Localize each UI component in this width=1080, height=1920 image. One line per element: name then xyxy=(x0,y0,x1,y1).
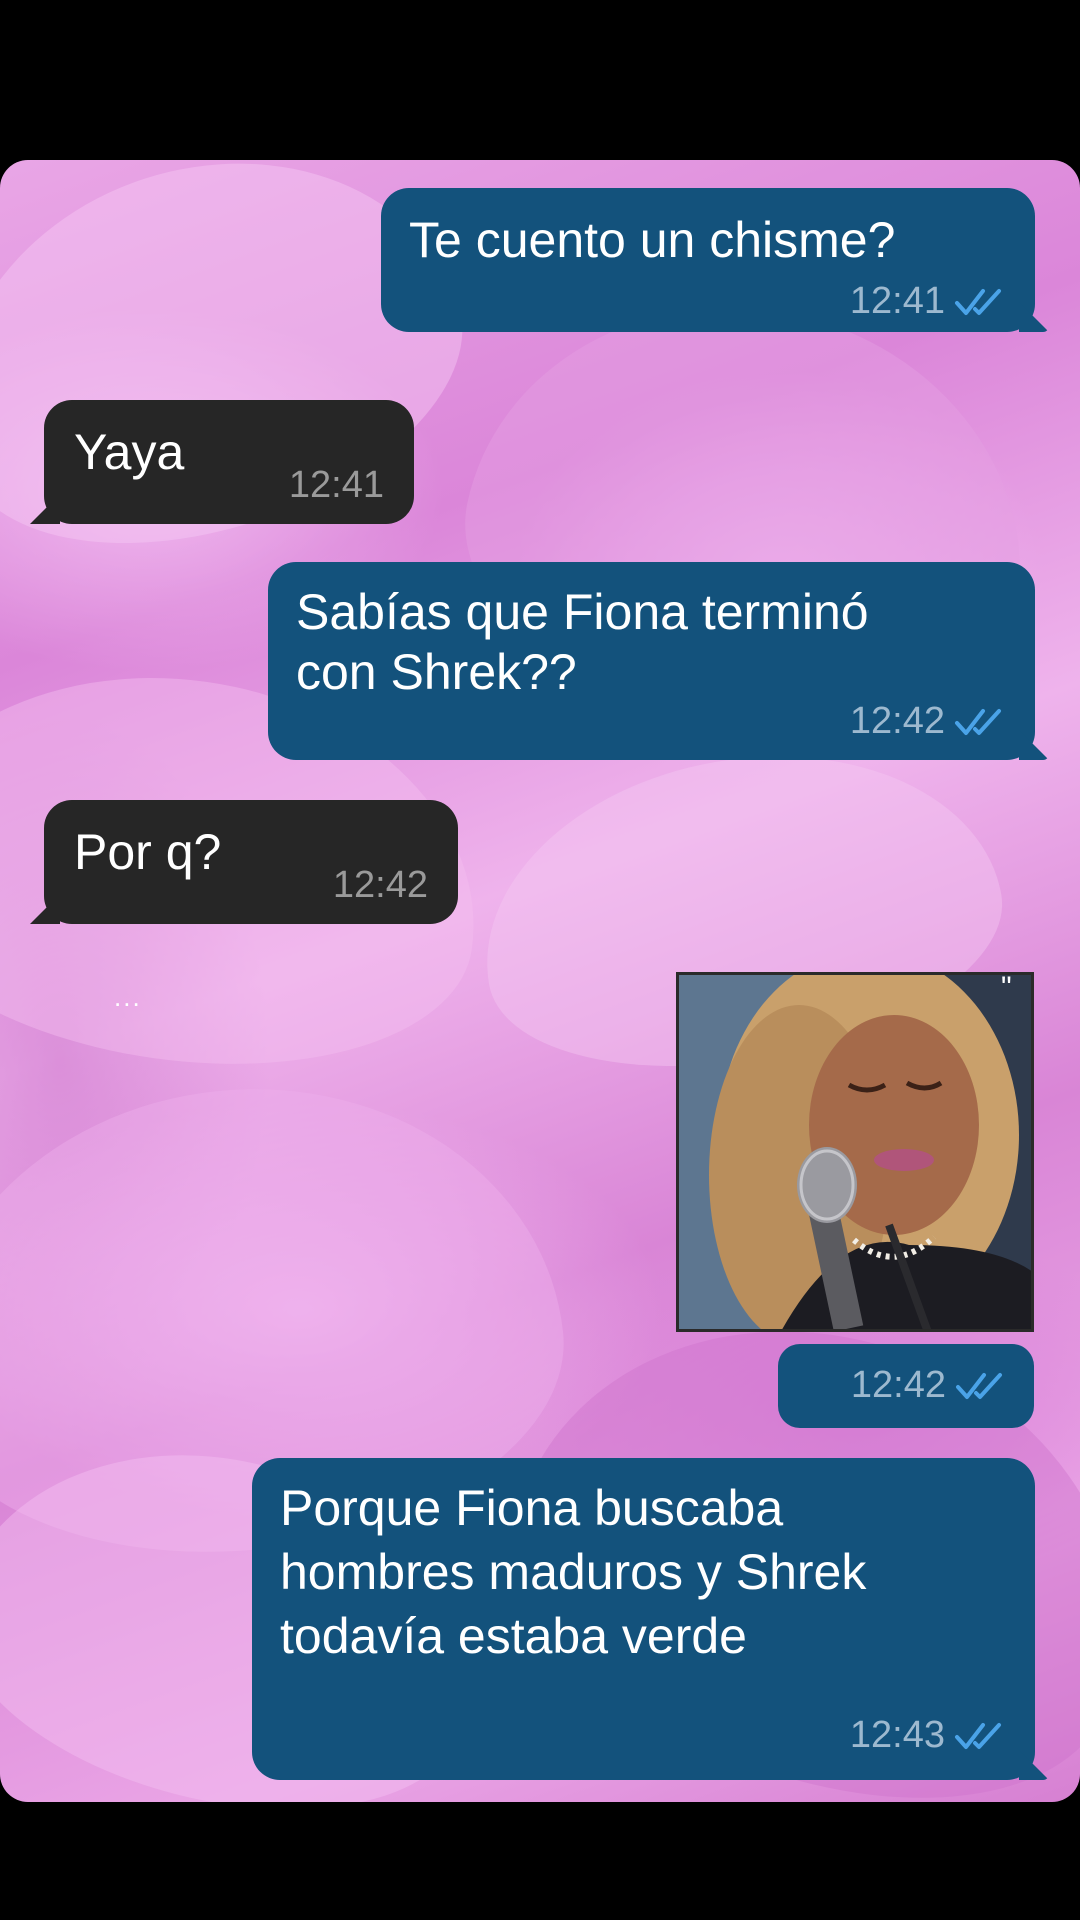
double-check-icon xyxy=(955,708,1001,735)
crying-singer-photo-icon[interactable]: " xyxy=(676,972,1034,1332)
screen: Te cuento un chisme? 12:41 Yaya 12:41 Sa… xyxy=(0,0,1080,1920)
message-outgoing[interactable]: Sabías que Fiona terminó con Shrek?? 12:… xyxy=(268,562,1049,760)
typing-indicator: ... xyxy=(114,982,142,1012)
message-meta: 12:42 xyxy=(850,700,1009,743)
message-meta: 12:42 xyxy=(333,864,428,907)
message-incoming[interactable]: Por q? 12:42 xyxy=(30,800,458,924)
message-text-line: con Shrek?? xyxy=(296,644,577,700)
message-outgoing[interactable]: Te cuento un chisme? 12:41 xyxy=(381,188,1049,332)
message-meta: 12:41 xyxy=(850,280,1009,323)
message-text-line: Sabías que Fiona terminó xyxy=(296,584,869,640)
message-text-line: Porque Fiona buscaba xyxy=(280,1480,784,1536)
double-check-icon xyxy=(955,288,1001,315)
message-outgoing[interactable]: Porque Fiona buscaba hombres maduros y S… xyxy=(252,1458,1049,1780)
message-text: Por q? xyxy=(74,824,222,880)
message-time: 12:41 xyxy=(849,280,945,322)
chat-area[interactable]: Te cuento un chisme? 12:41 Yaya 12:41 Sa… xyxy=(0,160,1080,1802)
message-time: 12:42 xyxy=(850,1364,946,1406)
bubble-tail xyxy=(1019,302,1049,332)
image-message-meta[interactable]: 12:42 xyxy=(778,1344,1034,1428)
message-text: Te cuento un chisme? xyxy=(409,212,896,268)
message-meta: 12:43 xyxy=(850,1714,1009,1757)
message-time: 12:42 xyxy=(332,864,428,906)
message-time: 12:43 xyxy=(849,1714,945,1756)
double-check-icon xyxy=(956,1372,1002,1399)
message-incoming[interactable]: Yaya 12:41 xyxy=(30,400,414,524)
photo-illustration: " xyxy=(679,975,1031,1329)
double-check-icon xyxy=(955,1722,1001,1749)
message-text-line: hombres maduros y Shrek xyxy=(280,1544,867,1600)
message-time: 12:42 xyxy=(849,700,945,742)
message-meta: 12:42 xyxy=(851,1364,1010,1407)
svg-text:": " xyxy=(1001,975,1012,1004)
message-meta: 12:41 xyxy=(289,464,384,507)
message-text-line: todavía estaba verde xyxy=(280,1608,747,1664)
bubble-tail xyxy=(1019,730,1049,760)
message-text: Yaya xyxy=(74,424,185,480)
message-time: 12:41 xyxy=(288,464,384,506)
